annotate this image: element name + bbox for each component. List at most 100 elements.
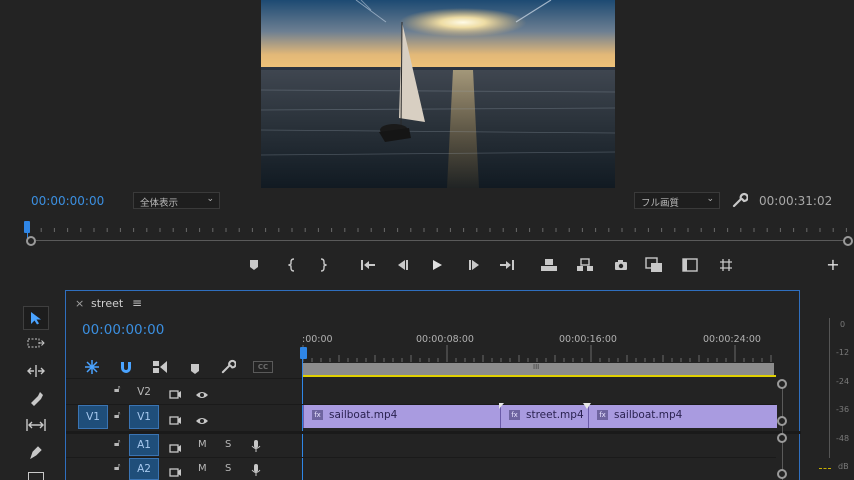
microphone-icon[interactable] xyxy=(251,438,261,457)
lock-icon[interactable]: 🔓︎ xyxy=(114,438,120,449)
ripple-edit-icon xyxy=(27,365,45,377)
fx-badge: fx xyxy=(597,410,608,420)
step-back-icon[interactable] xyxy=(393,255,413,275)
nest-icon[interactable] xyxy=(84,359,104,375)
track-header-v1: V1 🔓︎ V1 xyxy=(66,405,302,431)
track-select-tool[interactable] xyxy=(23,332,49,356)
fx-badge: fx xyxy=(509,410,520,420)
scroll-handle[interactable] xyxy=(777,379,787,389)
razor-tool[interactable] xyxy=(23,386,49,410)
zoom-level-value: 全体表示 xyxy=(140,198,179,209)
linked-selection-icon[interactable] xyxy=(152,359,168,375)
timeline-timecode[interactable]: 00:00:00:00 xyxy=(82,322,164,338)
track-target-a2[interactable]: A2 xyxy=(129,458,159,480)
step-forward-icon[interactable] xyxy=(464,255,484,275)
play-icon[interactable] xyxy=(427,255,447,275)
hand-tool[interactable] xyxy=(28,472,44,480)
program-monitor-frame[interactable] xyxy=(261,0,615,188)
mark-in-icon[interactable] xyxy=(282,255,302,275)
solo-button[interactable]: S xyxy=(225,463,231,474)
meter-label: -24 xyxy=(836,377,850,386)
timeline-playhead[interactable] xyxy=(300,347,307,359)
comparison-view-icon[interactable] xyxy=(644,255,664,275)
sync-lock-icon[interactable] xyxy=(169,439,182,458)
sync-lock-icon[interactable] xyxy=(169,385,182,404)
sequence-tab-title[interactable]: street xyxy=(91,297,123,310)
meter-label: -36 xyxy=(836,405,850,414)
chevron-down-icon: ⌄ xyxy=(706,194,714,204)
timeline-panel: × street ≡ 00:00:00:00 CC :00:00 00:00:0… xyxy=(65,290,801,480)
playback-quality-value: フル画質 xyxy=(641,198,680,209)
lock-icon[interactable]: 🔓︎ xyxy=(114,462,120,473)
slip-tool[interactable] xyxy=(23,413,49,437)
button-editor-add-button[interactable]: + xyxy=(824,256,842,274)
sailboat-sunset-image xyxy=(261,0,615,188)
solo-button[interactable]: S xyxy=(225,439,231,450)
go-to-in-icon[interactable] xyxy=(358,255,378,275)
ruler-label: 00:00:16:00 xyxy=(559,334,617,345)
mute-button[interactable]: M xyxy=(198,439,207,450)
lift-icon[interactable] xyxy=(539,255,559,275)
eye-icon[interactable] xyxy=(195,411,209,430)
add-marker-icon[interactable] xyxy=(244,255,264,275)
lock-icon[interactable]: 🔓︎ xyxy=(114,384,120,395)
playback-quality-select[interactable]: フル画質 ⌄ xyxy=(634,192,720,209)
clip-sailboat-2[interactable]: fx sailboat.mp4 xyxy=(588,405,777,428)
wrench-icon[interactable] xyxy=(221,359,237,375)
go-to-out-icon[interactable] xyxy=(497,255,517,275)
zoom-handle-right[interactable] xyxy=(843,236,853,246)
zoom-scrollbar[interactable] xyxy=(36,240,843,241)
meter-label: 0 xyxy=(840,320,846,329)
track-target-v1[interactable]: V1 xyxy=(129,405,159,429)
close-tab-icon[interactable]: × xyxy=(75,297,84,310)
snap-magnet-icon[interactable] xyxy=(119,359,135,375)
mark-out-icon[interactable] xyxy=(313,255,333,275)
meter-label: dB xyxy=(838,462,849,471)
filmstrip-icon[interactable] xyxy=(680,255,700,275)
sync-lock-icon[interactable] xyxy=(169,463,182,480)
work-area-line xyxy=(303,375,776,377)
time-ruler[interactable] xyxy=(26,220,854,246)
safe-margins-icon[interactable] xyxy=(716,255,736,275)
ripple-edit-tool[interactable] xyxy=(23,359,49,383)
source-patch-v1[interactable]: V1 xyxy=(78,405,108,429)
slip-icon xyxy=(26,419,46,431)
zoom-level-select[interactable]: 全体表示 ⌄ xyxy=(133,192,220,209)
duration-timecode: 00:00:31:02 xyxy=(759,194,833,208)
selection-tool[interactable] xyxy=(23,306,49,330)
panel-menu-icon[interactable]: ≡ xyxy=(132,296,142,310)
transport-controls xyxy=(0,255,854,275)
track-target-v2[interactable]: V2 xyxy=(129,381,159,403)
audio-meter: 0 -12 -24 -36 -48 dB xyxy=(819,318,854,480)
wrench-icon[interactable] xyxy=(732,192,749,208)
track-select-icon xyxy=(27,338,45,348)
clip-label: sailboat.mp4 xyxy=(329,409,398,421)
track-header-a1: 🔓︎ A1 M S xyxy=(66,434,302,458)
scroll-handle[interactable] xyxy=(777,416,787,426)
ruler-label: 00:00:24:00 xyxy=(703,334,761,345)
export-frame-icon[interactable] xyxy=(611,255,631,275)
add-marker-icon[interactable] xyxy=(190,360,202,374)
clip-label: sailboat.mp4 xyxy=(614,409,683,421)
pen-tool[interactable] xyxy=(23,440,49,464)
mute-button[interactable]: M xyxy=(198,463,207,474)
premiere-window: 00:00:00:00 全体表示 ⌄ フル画質 ⌄ 00:00:31:02 + … xyxy=(0,0,854,480)
track-target-a1[interactable]: A1 xyxy=(129,434,159,456)
transition-markers xyxy=(499,403,591,409)
captions-icon[interactable]: CC xyxy=(253,361,273,373)
clip-sailboat-1[interactable]: fx sailboat.mp4 xyxy=(303,405,500,428)
playhead-timecode[interactable]: 00:00:00:00 xyxy=(31,194,104,208)
scroll-handle[interactable] xyxy=(777,433,787,443)
work-area-bar[interactable]: III xyxy=(303,363,774,375)
meter-label: -48 xyxy=(836,434,850,443)
extract-icon[interactable] xyxy=(575,255,595,275)
microphone-icon[interactable] xyxy=(251,462,261,480)
track-header-v2: 🔓︎ V2 xyxy=(66,379,302,405)
zoom-handle-left[interactable] xyxy=(26,236,36,246)
razor-icon xyxy=(31,392,43,406)
lock-icon[interactable]: 🔓︎ xyxy=(114,410,120,421)
scroll-handle[interactable] xyxy=(777,469,787,479)
fx-badge: fx xyxy=(312,410,323,420)
sync-lock-icon[interactable] xyxy=(169,411,182,430)
eye-icon[interactable] xyxy=(195,385,209,404)
